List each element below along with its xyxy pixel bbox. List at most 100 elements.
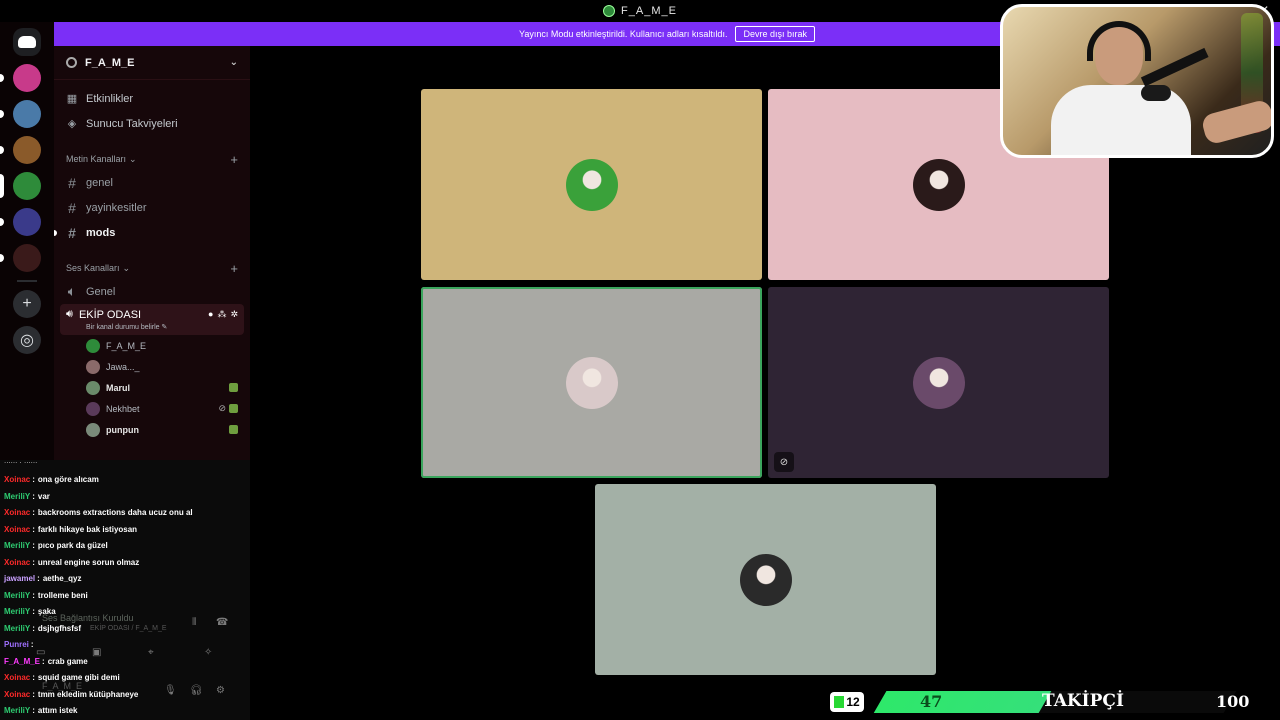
voice-member[interactable]: F_A_M_E: [54, 335, 250, 356]
chat-separator: :: [32, 689, 35, 699]
nav-events-label: Etkinlikler: [86, 92, 134, 105]
activity-game-icon: [229, 404, 238, 413]
chat-text: trolleme beni: [37, 590, 88, 600]
text-channels-category[interactable]: Metin Kanalları ⌄ +: [54, 148, 250, 170]
voice-member[interactable]: Jawa..._: [54, 356, 250, 377]
chat-message: jawamel: aethe_qyz: [4, 574, 82, 583]
stream-chat-overlay: ...... : ...... Xoinac: ona göre alıcam Me…: [0, 460, 250, 720]
chat-text: şaka: [37, 607, 56, 616]
voice-members-list: F_A_M_E Jawa..._ Marul Nekhbet ⊘ punpun: [54, 335, 250, 440]
chat-separator: :: [32, 673, 35, 682]
member-name: Marul: [106, 382, 131, 393]
chat-message: Xoinac: backrooms extractions daha ucuz o…: [4, 508, 193, 517]
chevron-down-icon[interactable]: ⌄: [230, 57, 238, 68]
chat-cutoff-line: ...... : ......: [4, 460, 38, 465]
chat-username: Xoinac: [4, 689, 31, 699]
channel-mods[interactable]: # mods: [54, 220, 250, 245]
chat-text: squid game gibi demi: [37, 673, 120, 682]
chat-separator: :: [42, 656, 45, 666]
activity-game-icon: [229, 383, 238, 392]
follower-label: TAKİPÇİ: [1042, 691, 1124, 711]
avatar: [912, 356, 965, 409]
speaker-icon: 🔊︎: [66, 308, 73, 320]
kick-badge: 12: [830, 692, 864, 712]
chat-text: backrooms extractions daha ucuz onu al: [37, 508, 193, 517]
voice-member[interactable]: Marul: [54, 377, 250, 398]
chat-message: Xoinac: unreal engine sorun olmaz: [4, 558, 139, 567]
chat-separator: :: [32, 607, 35, 616]
channel-name: genel: [86, 176, 113, 189]
chat-text: pıco park da güzel: [37, 541, 108, 550]
tile-fame[interactable]: [421, 89, 762, 280]
tile-punpun[interactable]: [595, 484, 936, 675]
streamer-webcam: [1000, 4, 1274, 158]
server-icon-active[interactable]: [0, 172, 41, 200]
tile-marul[interactable]: [421, 287, 762, 478]
chat-separator: :: [32, 508, 35, 517]
window-title: F_A_M_E: [621, 5, 677, 17]
hash-icon: #: [68, 174, 76, 191]
channel-yayinkesitler[interactable]: # yayinkesitler: [54, 195, 250, 220]
chat-bubble-icon[interactable]: ●: [208, 309, 213, 320]
channel-name: mods: [86, 226, 116, 239]
chat-username: MeriliY: [4, 590, 31, 600]
mic-arm: [1140, 47, 1209, 87]
follower-goal: 100: [1216, 692, 1250, 711]
voice-member[interactable]: punpun: [54, 419, 250, 440]
chat-username: MeriliY: [4, 607, 31, 616]
chat-text: farklı hikaye bak istiyosan: [37, 524, 138, 534]
server-icon[interactable]: [0, 244, 41, 272]
tile-nekhbet[interactable]: ⊘: [768, 287, 1109, 478]
add-channel-icon[interactable]: +: [230, 261, 238, 276]
headset-icon: [1087, 21, 1151, 61]
nav-boosts[interactable]: ◈ Sunucu Takviyeleri: [54, 111, 250, 136]
chat-separator: :: [32, 590, 35, 600]
server-name: F_A_M_E: [85, 56, 135, 69]
avatar: [86, 380, 100, 395]
chat-message: MeriliY: trolleme beni: [4, 591, 88, 600]
member-name: punpun: [106, 424, 139, 435]
chat-text: crab game: [47, 656, 88, 666]
chat-text: dsjhgfhsfsf: [37, 623, 82, 633]
kick-logo-icon: [834, 696, 845, 708]
server-icon[interactable]: [0, 100, 41, 128]
server-icon[interactable]: [0, 64, 41, 92]
chat-separator: :: [32, 623, 35, 633]
follower-progress-fill: [873, 691, 1051, 713]
chat-separator: :: [32, 475, 35, 484]
voice-channels-category[interactable]: Ses Kanalları ⌄ +: [54, 257, 250, 279]
member-name: F_A_M_E: [106, 340, 147, 351]
invite-icon[interactable]: ⁂: [217, 309, 226, 320]
discover-icon[interactable]: ◎: [13, 326, 41, 354]
channel-genel[interactable]: # genel: [54, 170, 250, 195]
chat-username: MeriliY: [4, 706, 31, 715]
add-channel-icon[interactable]: +: [230, 152, 238, 167]
voice-member[interactable]: Nekhbet ⊘: [54, 398, 250, 419]
pencil-icon[interactable]: ✎: [162, 324, 168, 331]
disable-streamer-mode-button[interactable]: Devre dışı bırak: [735, 26, 815, 42]
voice-channel-genel[interactable]: 🔈︎ Genel: [54, 279, 250, 304]
chat-message: Punrei:: [4, 640, 37, 649]
gear-icon[interactable]: ✲: [230, 309, 238, 320]
server-icon[interactable]: [0, 208, 41, 236]
chat-username: F_A_M_E: [4, 656, 41, 666]
chat-username: MeriliY: [4, 491, 31, 501]
chat-username: Xoinac: [4, 475, 31, 484]
discord-home-icon[interactable]: [13, 28, 41, 56]
chat-username: Xoinac: [4, 524, 31, 534]
add-server-icon[interactable]: +: [13, 290, 41, 318]
muted-mic-icon: ⊘: [774, 452, 794, 472]
chat-username: jawamel: [4, 574, 36, 583]
server-icon[interactable]: [0, 136, 41, 164]
chat-text: unreal engine sorun olmaz: [37, 557, 140, 567]
server-header[interactable]: F_A_M_E ⌄: [54, 46, 250, 80]
webcam-arm: [1200, 98, 1271, 146]
avatar: [739, 553, 792, 606]
nav-boosts-label: Sunucu Takviyeleri: [86, 117, 178, 130]
hash-icon: #: [68, 199, 76, 216]
voice-channel-ekip-odasi[interactable]: 🔊︎ EKİP ODASI ● ⁂ ✲ Bir kanal durumu bel…: [60, 304, 244, 335]
channel-status-text[interactable]: Bir kanal durumu belirle: [86, 324, 160, 331]
nav-events[interactable]: ▦ Etkinlikler: [54, 86, 250, 111]
chat-separator: :: [32, 491, 35, 501]
app-logo-icon: [603, 5, 616, 17]
